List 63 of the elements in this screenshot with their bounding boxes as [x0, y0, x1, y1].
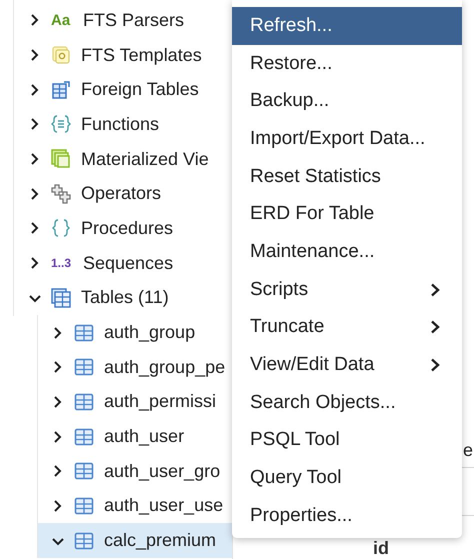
tree-item-label: auth_user_gro	[104, 460, 220, 482]
table-icon	[74, 322, 94, 343]
tree-item-label: calc_premium	[104, 530, 216, 552]
menu-item[interactable]: PSQL Tool	[232, 422, 462, 460]
menu-item[interactable]: Reset Statistics	[232, 158, 462, 196]
menu-item[interactable]: Maintenance...	[232, 233, 462, 271]
menu-item[interactable]: ERD For Table	[232, 195, 462, 234]
tree-item[interactable]: auth_permissi	[37, 384, 232, 420]
tree-item-label: Foreign Tables	[81, 79, 199, 100]
table-icon	[74, 530, 94, 551]
tree-item-label: auth_user_use	[104, 495, 224, 516]
tree-item-label: auth_group	[104, 322, 196, 344]
operator-icon	[51, 184, 71, 204]
tree-item-label: Sequences	[83, 252, 174, 274]
materialized-view-icon	[51, 149, 71, 170]
menu-item[interactable]: Search Objects...	[232, 384, 462, 422]
tree-item-label: Procedures	[81, 218, 174, 239]
procedure-icon	[51, 218, 71, 238]
foreign-table-icon	[51, 80, 71, 100]
tree-item-label: Materialized Vie	[81, 148, 209, 170]
tree-item-label: FTS Templates	[81, 44, 202, 66]
menu-item[interactable]: Restore...	[232, 44, 462, 82]
tree-item[interactable]: Tables (11)	[0, 280, 232, 316]
sequence-icon: 1..3	[51, 256, 73, 270]
menu-item[interactable]: Backup...	[232, 82, 462, 120]
tree-item[interactable]: auth_group	[37, 315, 232, 350]
tree-item-label: FTS Parsers	[83, 10, 184, 31]
menu-item[interactable]: View/Edit Data	[232, 346, 462, 384]
table-icon	[74, 357, 94, 378]
tree-item-label: Operators	[81, 183, 162, 204]
tree-item[interactable]: auth_user_gro	[37, 454, 232, 489]
column-header: id	[373, 538, 389, 559]
function-icon	[51, 114, 71, 134]
tree-item-label: auth_group_pe	[104, 356, 226, 378]
table-icon	[74, 461, 94, 482]
menu-item[interactable]: Properties...	[232, 496, 462, 535]
selected-tree-item[interactable]: calc_premium	[37, 523, 232, 558]
tree-item[interactable]: Functions	[0, 107, 232, 142]
tree-item[interactable]: auth_user	[37, 419, 232, 454]
menu-item[interactable]: Scripts	[232, 270, 462, 308]
tree-item[interactable]: auth_group_pe	[37, 350, 232, 385]
tree-item-label: auth_permissi	[104, 391, 216, 412]
parser-icon: Aa	[51, 12, 73, 29]
tree-item[interactable]: Materialized Vie	[0, 142, 232, 176]
tree-item[interactable]: Operators	[0, 176, 232, 212]
panel-label: e	[462, 440, 473, 461]
menu-item[interactable]: Query Tool	[232, 459, 462, 497]
tree-item-label: Tables (11)	[81, 287, 169, 308]
menu-item[interactable]: Import/Export Data...	[232, 120, 462, 158]
tree-item[interactable]: FTS Templates	[0, 38, 232, 72]
tree-item[interactable]: 1..3 Sequences	[0, 246, 232, 280]
menu-item[interactable]: Truncate	[232, 308, 462, 346]
menu-item[interactable]: Refresh...	[232, 7, 462, 45]
tree-item[interactable]: Aa FTS Parsers	[0, 3, 232, 38]
tree-item-label: auth_user	[104, 426, 184, 448]
tree-item[interactable]: Procedures	[0, 211, 232, 246]
table-icon	[74, 392, 94, 412]
tree-item-label: Functions	[81, 114, 160, 135]
table-icon	[74, 426, 94, 447]
tables-icon	[51, 288, 71, 308]
template-icon	[51, 45, 71, 66]
tree-item[interactable]: Foreign Tables	[0, 72, 232, 108]
table-icon	[74, 496, 94, 516]
